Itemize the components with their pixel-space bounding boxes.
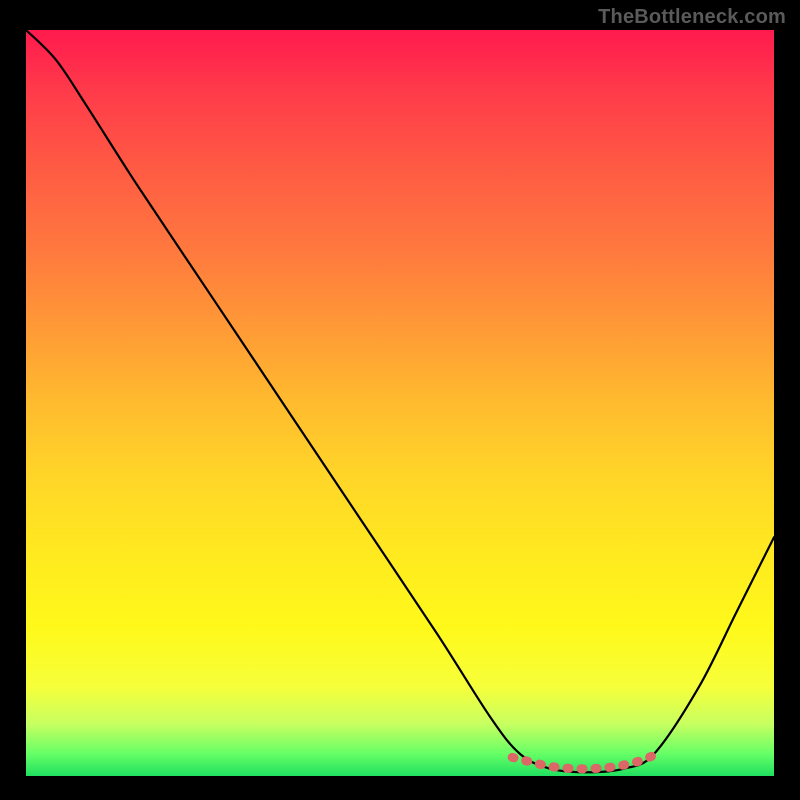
watermark-text: TheBottleneck.com (598, 6, 786, 29)
plot-frame (26, 30, 774, 776)
plot-area (26, 30, 774, 776)
bottleneck-curve (26, 30, 774, 772)
chart-container: TheBottleneck.com (0, 0, 800, 800)
curve-svg (26, 30, 774, 776)
